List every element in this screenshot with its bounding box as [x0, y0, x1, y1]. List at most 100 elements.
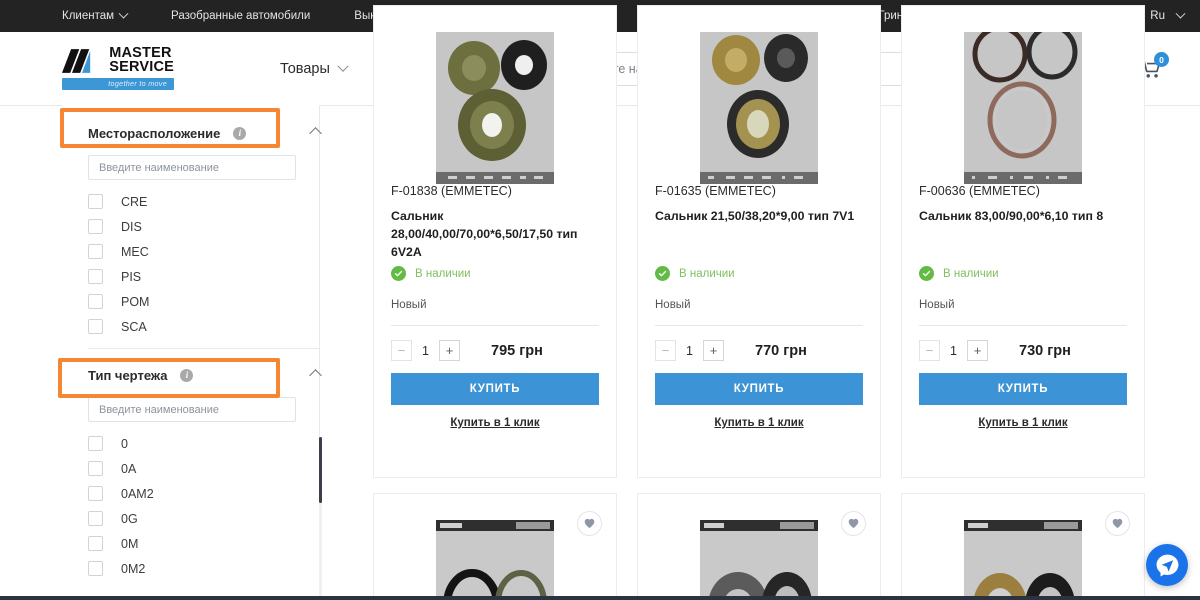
language-chevron-down-icon[interactable] — [1175, 8, 1186, 19]
checkbox[interactable] — [88, 561, 103, 576]
product-image[interactable] — [374, 494, 616, 600]
language-label[interactable]: Ru — [1150, 10, 1165, 22]
filters-sidebar: Месторасположение i CRE DIS — [62, 105, 322, 600]
product-price: 795 грн — [491, 342, 543, 359]
product-name: Сальник 28,00/40,00/70,00*6,50/17,50 тип… — [391, 209, 578, 259]
wishlist-toggle[interactable] — [841, 511, 866, 536]
product-card[interactable] — [637, 493, 881, 600]
quantity-decrease-button[interactable]: − — [919, 340, 940, 361]
quantity-increase-button[interactable]: + — [967, 340, 988, 361]
checkbox[interactable] — [88, 511, 103, 526]
stock-label: В наличии — [943, 267, 999, 280]
filter-option-label: POM — [121, 294, 150, 309]
filter-option-dis[interactable]: DIS — [88, 214, 320, 239]
checkbox[interactable] — [88, 536, 103, 551]
checkbox[interactable] — [88, 194, 103, 209]
checkbox[interactable] — [88, 319, 103, 334]
filter-option-cre[interactable]: CRE — [88, 189, 320, 214]
filter-search-input-location[interactable] — [88, 155, 296, 180]
stock-label: В наличии — [679, 267, 735, 280]
filter-option-pom[interactable]: POM — [88, 289, 320, 314]
logo[interactable]: MASTER SERVICE together to move — [62, 46, 174, 91]
quantity-decrease-button[interactable]: − — [655, 340, 676, 361]
oil-seal-pair-dark-icon — [436, 520, 554, 600]
filter-search-input-drawing-type[interactable] — [88, 397, 296, 422]
product-card[interactable]: F-01838 (EMMETEC) Сальник 28,00/40,00/70… — [373, 5, 617, 478]
filter-option-mec[interactable]: MEC — [88, 239, 320, 264]
wishlist-toggle[interactable] — [1105, 511, 1130, 536]
product-image[interactable] — [902, 494, 1144, 600]
filter-option-0m[interactable]: 0M — [88, 531, 320, 556]
filter-option-0a[interactable]: 0A — [88, 456, 320, 481]
info-icon[interactable]: i — [180, 368, 194, 382]
product-image[interactable] — [638, 6, 880, 184]
scrollbar-thumb[interactable] — [319, 437, 322, 503]
logo-mark-icon — [62, 48, 91, 73]
product-image[interactable] — [902, 6, 1144, 184]
buy-one-click-link[interactable]: Купить в 1 клик — [919, 417, 1127, 429]
oil-seal-photo — [436, 520, 554, 600]
product-card[interactable]: F-00636 (EMMETEC) Сальник 83,00/90,00*6,… — [901, 5, 1145, 478]
filter-option-0[interactable]: 0 — [88, 431, 320, 456]
checkbox[interactable] — [88, 461, 103, 476]
check-circle-icon — [655, 266, 670, 281]
quantity-decrease-button[interactable]: − — [391, 340, 412, 361]
topbar-item-disassembled-cars[interactable]: Разобранные автомобили — [149, 10, 332, 22]
checkbox[interactable] — [88, 244, 103, 259]
product-card[interactable]: F-01635 (EMMETEC) Сальник 21,50/38,20*9,… — [637, 5, 881, 478]
checkbox[interactable] — [88, 436, 103, 451]
filter-title: Тип чертежа — [88, 367, 168, 383]
chevron-up-icon[interactable] — [309, 126, 322, 140]
filter-option-label: MEC — [121, 244, 149, 259]
filter-option-0am2[interactable]: 0AM2 — [88, 481, 320, 506]
page-root: Клиентам Разобранные автомобили Выкуп ру… — [0, 0, 1200, 600]
topbar-item-label: Разобранные автомобили — [171, 10, 311, 22]
topbar-item-clients[interactable]: Клиентам — [62, 8, 149, 22]
oil-seal-photo — [700, 520, 818, 600]
filter-header-drawing-type[interactable]: Тип чертежа i — [62, 353, 322, 397]
filter-option-0g[interactable]: 0G — [88, 506, 320, 531]
quantity-stepper: − 1 + — [919, 340, 988, 361]
buy-button[interactable]: КУПИТЬ — [391, 373, 599, 405]
product-image[interactable] — [374, 6, 616, 184]
quantity-increase-button[interactable]: + — [703, 340, 724, 361]
filter-option-label: 0 — [121, 436, 128, 451]
product-name: Сальник 21,50/38,20*9,00 тип 7V1 — [655, 209, 855, 223]
purchase-row: − 1 + 770 грн — [655, 340, 863, 361]
quantity-increase-button[interactable]: + — [439, 340, 460, 361]
nav-item-products[interactable]: Товары — [262, 60, 365, 77]
logo-line-2: SERVICE — [109, 58, 174, 75]
checkbox[interactable] — [88, 269, 103, 284]
filter-option-label: PIS — [121, 269, 142, 284]
checkbox[interactable] — [88, 219, 103, 234]
filter-option-label: 0M2 — [121, 561, 146, 576]
filter-option-sca[interactable]: SCA — [88, 314, 320, 339]
product-name: Сальник 83,00/90,00*6,10 тип 8 — [919, 209, 1104, 223]
chat-widget-button[interactable] — [1146, 544, 1188, 586]
product-card[interactable] — [373, 493, 617, 600]
buy-button[interactable]: КУПИТЬ — [919, 373, 1127, 405]
checkbox[interactable] — [88, 294, 103, 309]
filter-option-0m2[interactable]: 0M2 — [88, 556, 320, 581]
buy-button[interactable]: КУПИТЬ — [655, 373, 863, 405]
logo-tagline: together to move — [62, 78, 174, 91]
product-info: F-00636 (EMMETEC) Сальник 83,00/90,00*6,… — [902, 184, 1144, 429]
filter-body-location: CRE DIS MEC PIS — [62, 155, 320, 339]
product-price: 730 грн — [1019, 342, 1071, 359]
filter-option-label: 0M — [121, 536, 139, 551]
filter-header-location[interactable]: Месторасположение i — [62, 111, 322, 155]
checkbox[interactable] — [88, 486, 103, 501]
product-card[interactable] — [901, 493, 1145, 600]
filter-option-pis[interactable]: PIS — [88, 264, 320, 289]
chevron-up-icon[interactable] — [309, 368, 322, 382]
info-icon[interactable]: i — [233, 126, 247, 140]
filter-list-scrollbar[interactable] — [319, 437, 322, 600]
wishlist-toggle[interactable] — [577, 511, 602, 536]
page-body: Месторасположение i CRE DIS — [0, 5, 1200, 600]
buy-one-click-link[interactable]: Купить в 1 клик — [655, 417, 863, 429]
oil-seal-photo — [436, 32, 554, 184]
product-image[interactable] — [638, 494, 880, 600]
filter-divider — [88, 348, 320, 349]
buy-one-click-link[interactable]: Купить в 1 клик — [391, 417, 599, 429]
quantity-value: 1 — [686, 343, 693, 358]
